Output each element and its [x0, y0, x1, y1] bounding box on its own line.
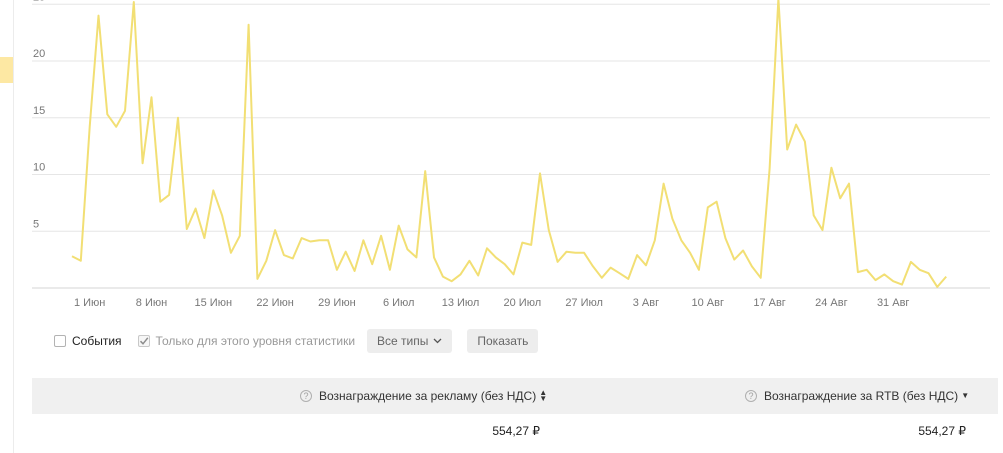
- events-label: События: [72, 334, 122, 348]
- table-header: ? Вознаграждение за рекламу (без НДС) ▲ ▼…: [32, 378, 998, 414]
- y-tick-label: 20: [33, 48, 45, 60]
- x-tick-label: 1 Июн: [74, 297, 105, 309]
- revenue-line-chart: 5 10 15 20 25 1 Июн 8 Июн 15 Июн 22 Июн 29 Июн 6 …: [32, 0, 990, 309]
- all-types-label: Все типы: [377, 334, 429, 348]
- check-icon: [139, 337, 148, 345]
- x-tick-label: 13 Июл: [442, 297, 480, 309]
- x-tick-label: 20 Июл: [504, 297, 542, 309]
- all-types-dropdown[interactable]: Все типы: [367, 329, 453, 353]
- x-tick-label: 10 Авг: [692, 297, 724, 309]
- x-tick-label: 27 Июл: [565, 297, 603, 309]
- help-icon[interactable]: ?: [300, 390, 312, 402]
- series-line: [71, 0, 947, 288]
- x-tick-label: 22 Июн: [256, 297, 294, 309]
- column-header-rtb-reward[interactable]: ? Вознаграждение за RTB (без НДС) ▼: [745, 378, 969, 414]
- sort-desc-icon[interactable]: ▼: [961, 392, 969, 400]
- y-tick-label: 5: [33, 218, 39, 230]
- sort-both-icon[interactable]: ▲ ▼: [539, 389, 547, 403]
- x-tick-label: 31 Авг: [877, 297, 909, 309]
- y-tick-label: 15: [33, 105, 45, 117]
- cell-rtb-reward: 554,27 ₽: [918, 424, 966, 438]
- show-button-label: Показать: [477, 334, 529, 348]
- x-tick-label: 6 Июл: [383, 297, 415, 309]
- this-level-label: Только для этого уровня статистики: [155, 334, 356, 348]
- x-tick-label: 17 Авг: [753, 297, 785, 309]
- table-row: 554,27 ₽ 554,27 ₽: [32, 414, 998, 450]
- column-header-ad-reward[interactable]: ? Вознаграждение за рекламу (без НДС) ▲ ▼: [300, 378, 547, 414]
- y-tick-label: 25: [33, 0, 45, 3]
- events-checkbox[interactable]: [54, 335, 66, 347]
- help-icon[interactable]: ?: [745, 390, 757, 402]
- chart-controls: События Только для этого уровня статисти…: [54, 328, 539, 354]
- column-header-rtb-reward-label: Вознаграждение за RTB (без НДС): [764, 389, 959, 403]
- this-level-checkbox[interactable]: [137, 335, 150, 347]
- x-tick-label: 8 Июн: [136, 297, 167, 309]
- x-tick-label: 3 Авг: [633, 297, 659, 309]
- chevron-down-icon: [433, 338, 442, 344]
- x-tick-label: 24 Авг: [815, 297, 847, 309]
- cell-ad-reward: 554,27 ₽: [492, 424, 540, 438]
- x-tick-label: 29 Июн: [318, 297, 356, 309]
- x-tick-label: 15 Июн: [195, 297, 233, 309]
- y-tick-label: 10: [33, 162, 45, 174]
- column-header-ad-reward-label: Вознаграждение за рекламу (без НДС): [319, 389, 537, 403]
- show-button[interactable]: Показать: [467, 329, 539, 353]
